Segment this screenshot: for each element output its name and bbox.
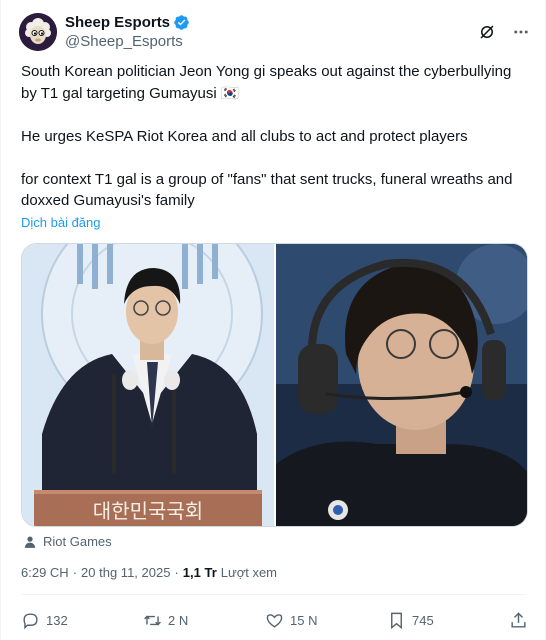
bookmark-icon <box>391 612 402 629</box>
bookmark-count: 745 <box>412 612 434 628</box>
media-photo-politician[interactable]: 대한민국국회 <box>22 244 274 526</box>
post-header: Sheep Esports @Sheep_Esports <box>19 12 531 52</box>
post-date[interactable]: 20 thg 11, 2025 <box>81 565 170 580</box>
media-grid: 대한민국국회 <box>21 243 528 527</box>
podium-sign-text: 대한민국국회 <box>93 499 203 523</box>
share-icon <box>511 611 526 628</box>
person-icon <box>24 535 36 548</box>
repost-icon <box>144 615 161 625</box>
display-name[interactable]: Sheep Esports <box>65 13 170 32</box>
avatar[interactable] <box>19 13 57 51</box>
reply-button[interactable]: 132 <box>21 611 81 630</box>
post-container: Sheep Esports @Sheep_Esports South Korea… <box>0 0 546 640</box>
display-name-row[interactable]: Sheep Esports <box>65 13 190 32</box>
verified-badge-icon <box>174 15 189 30</box>
post-time[interactable]: 6:29 CH <box>21 565 69 580</box>
translate-post-link[interactable]: Dịch bài đăng <box>21 215 101 230</box>
heart-icon <box>266 613 283 628</box>
more-options-icon[interactable] <box>511 22 531 42</box>
repost-button[interactable]: 2 N <box>143 611 203 630</box>
share-button[interactable] <box>509 611 529 630</box>
views-count: 1,1 Tr <box>182 565 217 580</box>
views-label: Lượt xem <box>220 565 278 580</box>
author-names: Sheep Esports @Sheep_Esports <box>65 13 190 51</box>
meta-separator: · <box>72 565 78 580</box>
repost-count: 2 N <box>168 612 189 628</box>
like-button[interactable]: 15 N <box>265 611 325 630</box>
reply-count: 132 <box>46 612 68 628</box>
media-credit: Riot Games <box>23 534 112 549</box>
sheep-logo-icon <box>19 13 57 51</box>
meta-separator: · <box>174 565 179 580</box>
author-handle[interactable]: @Sheep_Esports <box>65 32 190 51</box>
action-bar: 132 2 N 15 N 745 <box>21 608 529 632</box>
header-actions <box>477 22 531 42</box>
post-text: South Korean politician Jeon Yong gi spe… <box>21 63 513 209</box>
reply-icon <box>23 612 38 629</box>
grok-icon[interactable] <box>477 22 497 42</box>
bookmark-button[interactable]: 745 <box>387 611 447 630</box>
media-photo-player[interactable] <box>275 244 527 526</box>
post-meta: 6:29 CH · 20 thg 11, 2025 · 1,1 Tr Lượt … <box>21 565 277 580</box>
like-count: 15 N <box>290 612 318 628</box>
divider <box>21 594 527 595</box>
media-credit-text[interactable]: Riot Games <box>43 534 112 549</box>
